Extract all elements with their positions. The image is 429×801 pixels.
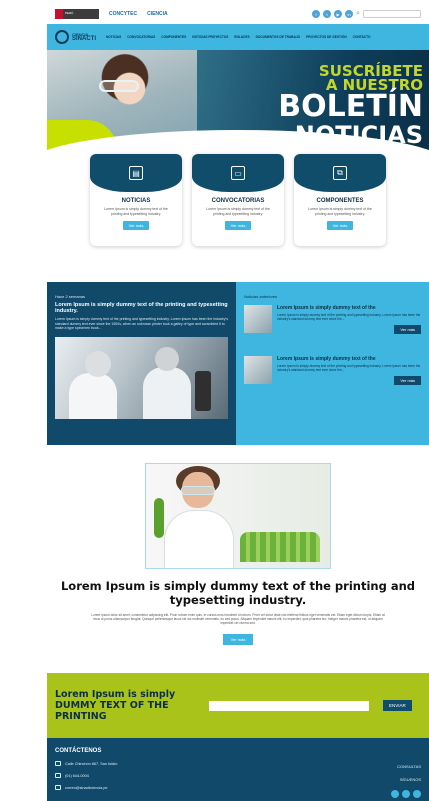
email-text[interactable]: correo@sinacticiencia.pe (65, 786, 107, 790)
footer-address: Calle Chinchón 867, San Isidro (55, 761, 421, 766)
nav-item-proyectos-gestion[interactable]: PROYECTOS DE GESTIÓN (306, 35, 347, 39)
subscribe-band: Lorem Ipsum is simply DUMMY TEXT OF THE … (47, 673, 429, 738)
follow-label: SÍGUENOS (399, 777, 421, 782)
card-text: Lorem Ipsum is simply dummy text of the … (104, 207, 168, 216)
previous-news-item[interactable]: Lorem Ipsum is simply dummy text of the … (244, 305, 421, 334)
footer: CONTÁCTENOS Calle Chinchón 867, San Isid… (47, 738, 429, 801)
featured-article: Lorem Ipsum is simply dummy text of the … (47, 445, 429, 673)
youtube-icon[interactable] (413, 790, 421, 798)
featured-photo[interactable] (145, 463, 331, 569)
news-section: Hace 2 semanas Lorem Ipsum is simply dum… (47, 282, 429, 445)
previous-news-thumb[interactable] (244, 305, 272, 333)
brand-bottom: SINACTI (72, 36, 96, 42)
previous-news: Noticias anteriores Lorem Ipsum is simpl… (236, 282, 429, 445)
footer-title: CONTÁCTENOS (55, 748, 102, 754)
previous-news-item[interactable]: Lorem Ipsum is simply dummy text of the … (244, 356, 421, 385)
previous-news-label: Noticias anteriores (244, 294, 278, 299)
card-noticias[interactable]: ▤ NOTICIAS Lorem Ipsum is simply dummy t… (90, 154, 182, 246)
sinacti-logo[interactable]: CIENCIA SINACTI (55, 30, 96, 44)
twitter-icon[interactable] (402, 790, 410, 798)
featured-text: Lorem ipsum dolor sit amet, consectetur … (91, 613, 385, 626)
hero-line2: BOLETÍN (278, 89, 423, 124)
card-convocatorias[interactable]: ▭ CONVOCATORIAS Lorem Ipsum is simply du… (192, 154, 284, 246)
footer-right: CONSULTAS SÍGUENOS (391, 764, 421, 801)
news-headline[interactable]: Lorem Ipsum is simply dummy text of the … (55, 302, 228, 314)
top-bar: PERÚ CONCYTEC CIENCIA f t ▶ in ⌕ (47, 4, 429, 24)
card-text: Lorem Ipsum is simply dummy text of the … (206, 207, 270, 216)
consultas-link[interactable]: CONSULTAS (391, 764, 421, 769)
puzzle-icon: ⧉ (333, 166, 347, 180)
nav-item-documentos[interactable]: DOCUMENTOS DE TRABAJO (256, 35, 301, 39)
featured-button[interactable]: Ver más (222, 633, 254, 645)
news-photo[interactable] (55, 336, 228, 419)
card-noticias-button[interactable]: Ver más (122, 221, 150, 230)
previous-news-button[interactable]: Ver más (394, 325, 421, 334)
subscribe-title: Lorem Ipsum is simply DUMMY TEXT OF THE … (55, 689, 195, 722)
concytec-logo-text: CONCYTEC (109, 11, 138, 17)
phone-text: (01) 644-0004 (65, 773, 89, 778)
gov-logo[interactable]: PERÚ (55, 9, 99, 19)
twitter-icon[interactable]: t (323, 10, 332, 18)
search-icon[interactable]: ⌕ (356, 10, 360, 18)
main-news[interactable]: Hace 2 semanas Lorem Ipsum is simply dum… (47, 282, 236, 445)
previous-news-title[interactable]: Lorem Ipsum is simply dummy text of the (277, 305, 421, 311)
youtube-icon[interactable]: ▶ (334, 10, 343, 18)
previous-news-text: Lorem Ipsum is simply dummy text of the … (277, 313, 421, 321)
goggles-shape (99, 80, 139, 92)
hero-banner[interactable]: SUSCRÍBETE A NUESTRO BOLETÍN DE NOTICIAS (47, 50, 429, 160)
card-title: CONVOCATORIAS (211, 198, 265, 204)
sinacti-logo-mark (55, 30, 69, 44)
concytec-logo[interactable]: CONCYTEC (109, 11, 137, 17)
featured-title: Lorem Ipsum is simply dummy text of the … (60, 579, 416, 607)
linkedin-icon[interactable]: in (345, 10, 354, 18)
previous-news-thumb[interactable] (244, 356, 272, 384)
microscope-shape (195, 370, 211, 411)
footer-email: correo@sinacticiencia.pe (55, 785, 421, 790)
previous-news-text: Lorem Ipsum is simply dummy text of the … (277, 364, 421, 372)
mail-icon (55, 785, 61, 790)
ciencia-logo[interactable]: CIENCIA (147, 11, 168, 17)
plants-shape (240, 532, 320, 562)
main-nav: CIENCIA SINACTI NOTICIAS CONVOCATORIAS C… (47, 24, 429, 50)
feature-cards: ▤ NOTICIAS Lorem Ipsum is simply dummy t… (47, 154, 429, 282)
news-icon: ▤ (129, 166, 143, 180)
previous-news-button[interactable]: Ver más (394, 376, 421, 385)
search-input[interactable] (363, 10, 421, 18)
footer-phone: (01) 644-0004 (55, 773, 421, 778)
nav-items: NOTICIAS CONVOCATORIAS COMPONENTES NOTIC… (106, 35, 370, 39)
location-icon (55, 761, 61, 766)
footer-socials (391, 790, 421, 798)
nav-item-contacto[interactable]: CONTACTO (353, 35, 371, 39)
news-date: Hace 2 semanas (55, 294, 86, 299)
nav-item-noticias[interactable]: NOTICIAS (106, 35, 121, 39)
page-frame: PERÚ CONCYTEC CIENCIA f t ▶ in ⌕ CIENCIA… (47, 4, 429, 801)
phone-icon (55, 773, 61, 778)
nav-item-convocatorias[interactable]: CONVOCATORIAS (127, 35, 155, 39)
nav-item-enlaces[interactable]: ENLACES (234, 35, 249, 39)
card-componentes[interactable]: ⧉ COMPONENTES Lorem Ipsum is simply dumm… (294, 154, 386, 246)
subscribe-title-line3: PRINTING (55, 711, 107, 722)
email-field[interactable] (209, 700, 369, 711)
previous-news-title[interactable]: Lorem Ipsum is simply dummy text of the (277, 356, 421, 362)
card-componentes-button[interactable]: Ver más (326, 221, 354, 230)
card-title: NOTICIAS (121, 198, 151, 204)
nav-item-noticias-proyectos[interactable]: NOTICIAS PROYECTOS (192, 35, 228, 39)
facebook-icon[interactable] (391, 790, 399, 798)
subscribe-title-line2: DUMMY TEXT OF THE (55, 700, 169, 711)
send-button[interactable]: ENVIAR (383, 700, 412, 711)
nav-item-componentes[interactable]: COMPONENTES (161, 35, 186, 39)
subscribe-title-line1: Lorem Ipsum is simply (55, 689, 176, 700)
laptop-icon: ▭ (231, 166, 245, 180)
card-convocatorias-button[interactable]: Ver más (224, 221, 252, 230)
card-text: Lorem Ipsum is simply dummy text of the … (308, 207, 372, 216)
card-title: COMPONENTES (316, 198, 364, 204)
social-links: f t ▶ in ⌕ (312, 10, 421, 18)
news-body: Lorem Ipsum is simply dummy text of the … (55, 317, 228, 330)
facebook-icon[interactable]: f (312, 10, 321, 18)
address-text: Calle Chinchón 867, San Isidro (65, 761, 118, 766)
